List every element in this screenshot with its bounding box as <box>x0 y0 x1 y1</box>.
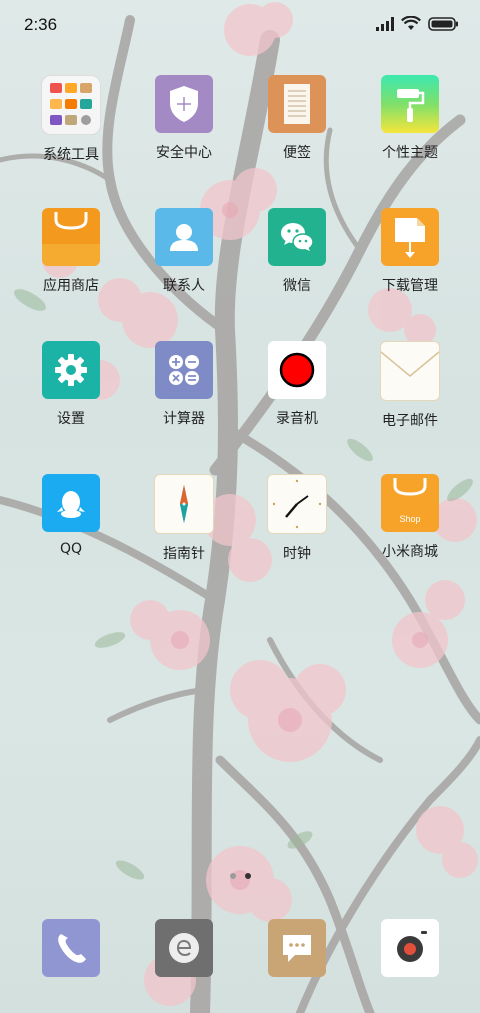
clock-icon <box>267 474 327 534</box>
calculator-icon <box>155 341 213 399</box>
download-icon <box>381 208 439 266</box>
record-icon <box>268 341 326 399</box>
shop-bag-icon: Shop <box>381 474 439 532</box>
app-clock[interactable]: 时钟 <box>242 474 352 563</box>
page-dot[interactable] <box>229 873 236 879</box>
app-themes[interactable]: 个性主题 <box>355 75 465 162</box>
paint-roller-icon <box>381 75 439 133</box>
dock-phone[interactable] <box>16 919 126 977</box>
wechat-icon <box>268 208 326 266</box>
app-recorder[interactable]: 录音机 <box>242 341 352 428</box>
message-icon <box>268 919 326 977</box>
app-label: 小米商城 <box>382 544 438 560</box>
qq-penguin-icon <box>42 474 100 532</box>
page-dot-active[interactable] <box>244 873 251 879</box>
app-settings[interactable]: 设置 <box>16 341 126 428</box>
app-wechat[interactable]: 微信 <box>242 208 352 295</box>
app-label: 个性主题 <box>382 145 438 161</box>
person-icon <box>155 208 213 266</box>
app-label: 安全中心 <box>156 145 212 161</box>
app-downloads[interactable]: 下载管理 <box>355 208 465 295</box>
app-label: 联系人 <box>163 278 205 294</box>
signal-icon <box>376 16 394 31</box>
app-label: 计算器 <box>163 411 205 427</box>
app-qq[interactable]: QQ <box>16 474 126 557</box>
dock-browser[interactable] <box>129 919 239 977</box>
app-compass[interactable]: 指南针 <box>129 474 239 563</box>
app-notes[interactable]: 便签 <box>242 75 352 162</box>
phone-icon <box>42 919 100 977</box>
dock-messages[interactable] <box>242 919 352 977</box>
status-icons <box>376 16 458 31</box>
battery-icon <box>428 16 458 31</box>
compass-icon <box>154 474 214 534</box>
app-label: 设置 <box>57 411 85 427</box>
app-label: 下载管理 <box>382 278 438 294</box>
dock-camera[interactable] <box>355 919 465 977</box>
app-email[interactable]: 电子邮件 <box>355 341 465 430</box>
app-label: 电子邮件 <box>382 413 438 429</box>
gear-icon <box>42 341 100 399</box>
app-calculator[interactable]: 计算器 <box>129 341 239 428</box>
app-label: 系统工具 <box>43 147 99 163</box>
camera-icon <box>381 919 439 977</box>
app-label: QQ <box>59 541 83 557</box>
status-bar: 2:36 <box>0 0 480 52</box>
app-contacts[interactable]: 联系人 <box>129 208 239 295</box>
app-mi-store[interactable]: Shop 小米商城 <box>355 474 465 561</box>
shop-badge-text: Shop <box>399 514 421 524</box>
wifi-icon <box>401 16 421 30</box>
app-label: 应用商店 <box>43 278 99 294</box>
app-label: 便签 <box>283 145 311 161</box>
app-app-store[interactable]: 应用商店 <box>16 208 126 295</box>
app-label: 录音机 <box>276 411 318 427</box>
browser-icon <box>155 919 213 977</box>
notepad-icon <box>268 75 326 133</box>
app-security-center[interactable]: 安全中心 <box>129 75 239 162</box>
folder-icon <box>41 75 101 135</box>
shield-icon <box>155 75 213 133</box>
shopping-bag-icon <box>42 208 100 266</box>
app-label: 时钟 <box>283 546 311 562</box>
app-label: 微信 <box>283 278 311 294</box>
status-time: 2:36 <box>24 15 58 34</box>
app-system-tools[interactable]: 系统工具 <box>16 75 126 164</box>
envelope-icon <box>380 341 440 401</box>
app-label: 指南针 <box>163 546 205 562</box>
page-indicator <box>0 873 480 879</box>
